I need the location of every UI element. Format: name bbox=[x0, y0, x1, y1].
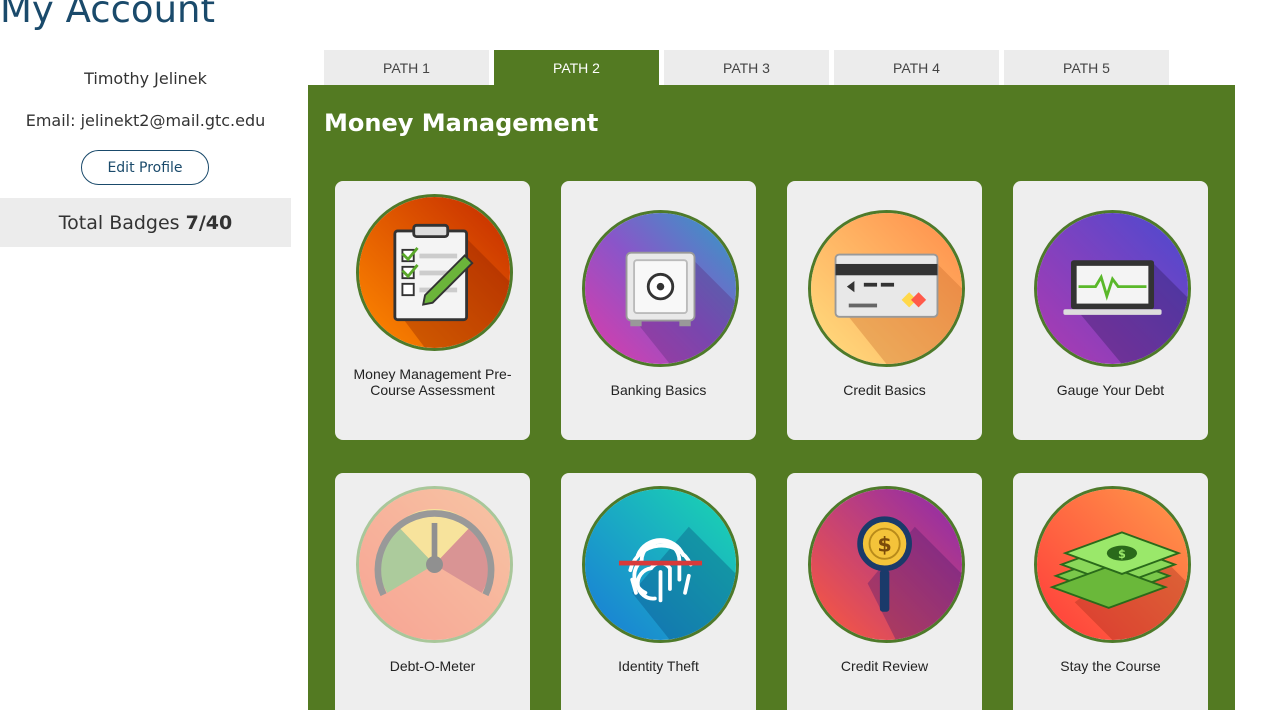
badge-label: Stay the Course bbox=[1060, 658, 1161, 674]
magnifier-dollar-icon: $ bbox=[808, 486, 965, 643]
tab-path-2[interactable]: PATH 2 bbox=[494, 50, 659, 85]
total-badges: Total Badges 7/40 bbox=[0, 198, 291, 247]
badge-card[interactable]: $ Credit Review bbox=[787, 473, 982, 710]
safe-icon bbox=[582, 210, 739, 367]
svg-text:$: $ bbox=[1118, 547, 1126, 561]
panel-title: Money Management bbox=[324, 109, 599, 137]
gauge-meter-icon bbox=[356, 486, 513, 643]
badge-card[interactable]: Identity Theft bbox=[561, 473, 756, 710]
clipboard-checklist-icon bbox=[356, 194, 513, 351]
badge-label: Money Management Pre-Course Assessment bbox=[353, 366, 512, 398]
edit-profile-button[interactable]: Edit Profile bbox=[81, 150, 209, 185]
tab-path-4[interactable]: PATH 4 bbox=[834, 50, 999, 85]
money-stack-icon: $ bbox=[1034, 486, 1191, 643]
user-name: Timothy Jelinek bbox=[84, 69, 207, 88]
badge-card[interactable]: Money Management Pre-Course Assessment bbox=[335, 181, 530, 440]
badge-label: Gauge Your Debt bbox=[1056, 382, 1165, 398]
tab-path-5[interactable]: PATH 5 bbox=[1004, 50, 1169, 85]
badge-label: Credit Basics bbox=[843, 382, 926, 398]
svg-text:$: $ bbox=[877, 532, 891, 556]
fingerprint-icon bbox=[582, 486, 739, 643]
badge-card[interactable]: Credit Basics bbox=[787, 181, 982, 440]
badge-card[interactable]: Gauge Your Debt bbox=[1013, 181, 1208, 440]
badge-panel: Money Management Money Management Pre-Co… bbox=[308, 85, 1235, 710]
tab-path-1[interactable]: PATH 1 bbox=[324, 50, 489, 85]
badge-card[interactable]: $ Stay the Course bbox=[1013, 473, 1208, 710]
tab-path-3[interactable]: PATH 3 bbox=[664, 50, 829, 85]
badge-label: Credit Review bbox=[840, 658, 929, 674]
page-title: My Account bbox=[0, 0, 215, 31]
badge-card[interactable]: Debt-O-Meter bbox=[335, 473, 530, 710]
total-badges-count: 7/40 bbox=[185, 211, 233, 234]
total-badges-label: Total Badges bbox=[58, 211, 180, 234]
badge-label: Identity Theft bbox=[618, 658, 699, 674]
credit-card-icon bbox=[808, 210, 965, 367]
badge-label: Banking Basics bbox=[610, 382, 707, 398]
badge-card[interactable]: Banking Basics bbox=[561, 181, 756, 440]
badge-label: Debt-O-Meter bbox=[389, 658, 476, 674]
laptop-chart-icon bbox=[1034, 210, 1191, 367]
user-email: Email: jelinekt2@mail.gtc.edu bbox=[25, 111, 266, 130]
